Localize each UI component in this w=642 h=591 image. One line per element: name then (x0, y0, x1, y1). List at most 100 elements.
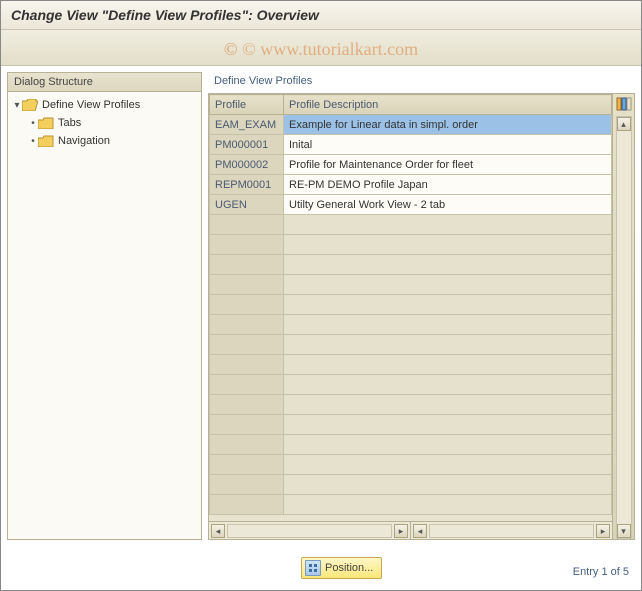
panel-title: Define View Profiles (208, 72, 635, 93)
profile-cell[interactable] (210, 495, 284, 515)
profile-cell[interactable] (210, 235, 284, 255)
table-row[interactable]: REPM0001RE-PM DEMO Profile Japan (210, 175, 612, 195)
table-row[interactable] (210, 455, 612, 475)
table-row[interactable] (210, 255, 612, 275)
profile-cell[interactable] (210, 475, 284, 495)
column-header-description[interactable]: Profile Description (284, 95, 612, 115)
profile-cell[interactable]: UGEN (210, 195, 284, 215)
tree-bullet-icon: • (28, 136, 38, 147)
vscroll-down-icon[interactable]: ▾ (617, 524, 631, 538)
hscroll-left-icon[interactable]: ◂ (211, 524, 225, 538)
profile-cell[interactable] (210, 335, 284, 355)
table-row[interactable] (210, 435, 612, 455)
hscroll-right-icon[interactable]: ▸ (596, 524, 610, 538)
folder-open-icon (22, 99, 38, 111)
profile-cell[interactable]: PM000001 (210, 135, 284, 155)
tree-node-label: Navigation (58, 135, 110, 147)
description-cell[interactable] (284, 255, 612, 275)
table-row[interactable] (210, 215, 612, 235)
description-cell[interactable] (284, 375, 612, 395)
table-row[interactable] (210, 475, 612, 495)
table-row[interactable]: PM000001Inital (210, 135, 612, 155)
description-cell[interactable] (284, 455, 612, 475)
profile-cell[interactable] (210, 295, 284, 315)
description-cell[interactable]: Utilty General Work View - 2 tab (284, 195, 612, 215)
tree-node-navigation[interactable]: • Navigation (10, 132, 199, 150)
dialog-structure-tree: ▾ Define View Profiles • Tabs • Navigati… (8, 92, 201, 539)
description-cell[interactable]: Inital (284, 135, 612, 155)
table-row[interactable] (210, 295, 612, 315)
position-button-label: Position... (325, 562, 373, 574)
vscroll-up-icon[interactable]: ▴ (617, 117, 631, 131)
description-cell[interactable] (284, 235, 612, 255)
tree-bullet-icon: • (28, 118, 38, 129)
toolbar-area (1, 30, 641, 66)
main-panel: Define View Profiles Profile Profile Des… (208, 72, 635, 540)
table-row[interactable]: EAM_EXAMExample for Linear data in simpl… (210, 115, 612, 135)
description-cell[interactable] (284, 315, 612, 335)
description-cell[interactable] (284, 275, 612, 295)
table-row[interactable]: PM000002Profile for Maintenance Order fo… (210, 155, 612, 175)
tree-collapse-icon[interactable]: ▾ (12, 100, 22, 111)
entry-count-text: Entry 1 of 5 (573, 566, 629, 578)
vertical-scrollbar[interactable]: ▴ ▾ (616, 116, 632, 539)
profile-cell[interactable] (210, 255, 284, 275)
table-row[interactable] (210, 335, 612, 355)
folder-closed-icon (38, 135, 54, 147)
table-row[interactable] (210, 395, 612, 415)
description-cell[interactable]: Example for Linear data in simpl. order (284, 115, 612, 135)
tree-node-label: Tabs (58, 117, 81, 129)
tree-node-define-view-profiles[interactable]: ▾ Define View Profiles (10, 96, 199, 114)
profile-cell[interactable] (210, 395, 284, 415)
profile-cell[interactable] (210, 375, 284, 395)
grid-side-column: ▴ ▾ (612, 94, 634, 539)
grid-wrap: Profile Profile Description EAM_EXAMExam… (208, 93, 635, 540)
profile-cell[interactable] (210, 435, 284, 455)
profile-cell[interactable] (210, 275, 284, 295)
table-row[interactable] (210, 355, 612, 375)
profile-cell[interactable]: PM000002 (210, 155, 284, 175)
hscroll-track[interactable] (227, 524, 392, 538)
window-title: Change View "Define View Profiles": Over… (1, 1, 641, 30)
tree-node-label: Define View Profiles (42, 99, 140, 111)
position-button[interactable]: Position... (301, 557, 382, 579)
profile-cell[interactable] (210, 215, 284, 235)
profiles-table: Profile Profile Description EAM_EXAMExam… (209, 94, 612, 515)
description-cell[interactable] (284, 355, 612, 375)
hscroll-right-icon[interactable]: ▸ (394, 524, 408, 538)
description-cell[interactable] (284, 395, 612, 415)
table-header-row: Profile Profile Description (210, 95, 612, 115)
hscroll-track[interactable] (429, 524, 594, 538)
dialog-structure-pane: Dialog Structure ▾ Define View Profiles … (7, 72, 202, 540)
table-row[interactable] (210, 495, 612, 515)
description-cell[interactable] (284, 495, 612, 515)
description-cell[interactable] (284, 215, 612, 235)
table-row[interactable] (210, 235, 612, 255)
description-cell[interactable]: Profile for Maintenance Order for fleet (284, 155, 612, 175)
profile-cell[interactable] (210, 455, 284, 475)
folder-closed-icon (38, 117, 54, 129)
description-cell[interactable] (284, 335, 612, 355)
profile-cell[interactable] (210, 415, 284, 435)
horizontal-scroll-area: ◂ ▸ ◂ ▸ (209, 521, 612, 539)
position-icon (305, 560, 321, 576)
table-row[interactable] (210, 275, 612, 295)
tree-node-tabs[interactable]: • Tabs (10, 114, 199, 132)
description-cell[interactable] (284, 435, 612, 455)
description-cell[interactable]: RE-PM DEMO Profile Japan (284, 175, 612, 195)
profile-cell[interactable]: EAM_EXAM (210, 115, 284, 135)
description-cell[interactable] (284, 475, 612, 495)
description-cell[interactable] (284, 295, 612, 315)
profile-cell[interactable] (210, 315, 284, 335)
profile-cell[interactable]: REPM0001 (210, 175, 284, 195)
profile-cell[interactable] (210, 355, 284, 375)
table-row[interactable] (210, 375, 612, 395)
column-header-profile[interactable]: Profile (210, 95, 284, 115)
configure-columns-icon[interactable] (616, 96, 632, 112)
description-cell[interactable] (284, 415, 612, 435)
hscroll-left-icon[interactable]: ◂ (413, 524, 427, 538)
table-row[interactable] (210, 315, 612, 335)
dialog-structure-header: Dialog Structure (8, 73, 201, 92)
table-row[interactable]: UGENUtilty General Work View - 2 tab (210, 195, 612, 215)
table-row[interactable] (210, 415, 612, 435)
